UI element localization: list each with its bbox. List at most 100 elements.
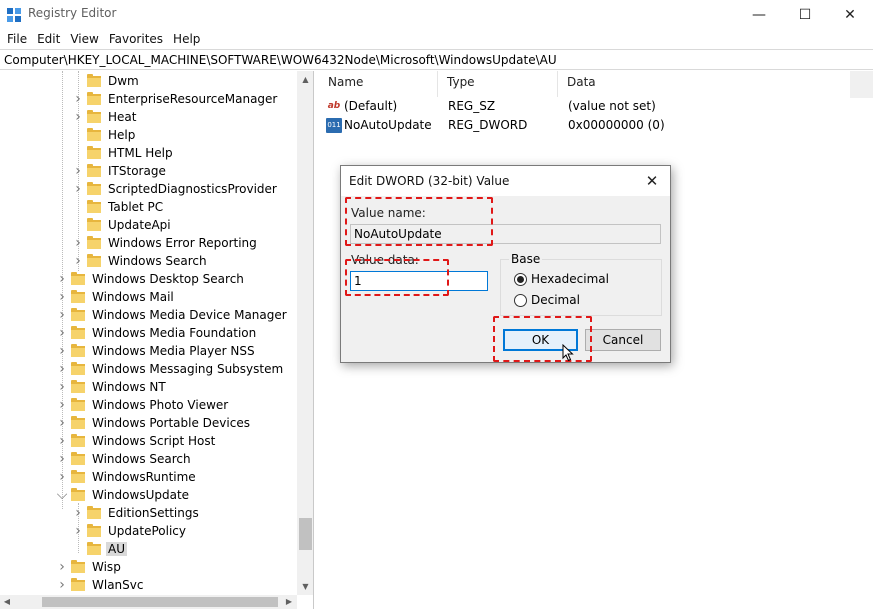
tree-item[interactable]: › Windows Portable Devices (56, 414, 252, 432)
tree-item[interactable]: › EditionSettings (72, 504, 201, 522)
chevron-right-icon[interactable]: › (56, 559, 68, 575)
tree-item[interactable]: › EnterpriseResourceManager (72, 90, 279, 108)
maximize-button[interactable]: ☐ (782, 0, 828, 29)
values-scrollbar[interactable] (850, 71, 873, 98)
value-row[interactable]: 011 NoAutoUpdate REG_DWORD 0x00000000 (0… (318, 116, 873, 134)
tree-vertical-scrollbar[interactable]: ▲ ▼ (297, 71, 313, 595)
tree-item[interactable]: HTML Help (72, 144, 175, 162)
tree-item[interactable]: › Windows Error Reporting (72, 234, 259, 252)
scroll-right-icon[interactable]: ▶ (282, 595, 296, 609)
chevron-right-icon[interactable]: › (56, 451, 68, 467)
tree-item[interactable]: ⌵ WindowsUpdate (56, 486, 191, 504)
chevron-right-icon[interactable]: › (56, 271, 68, 287)
decimal-radio[interactable] (514, 294, 527, 307)
tree-item[interactable]: › Windows Media Device Manager (56, 306, 289, 324)
tree-item-label: Dwm (108, 74, 139, 88)
hexadecimal-label[interactable]: Hexadecimal (531, 272, 609, 286)
chevron-right-icon[interactable]: › (56, 433, 68, 449)
chevron-right-icon[interactable]: › (72, 181, 84, 197)
value-data: 0x00000000 (0) (568, 118, 665, 132)
folder-icon (87, 217, 101, 231)
tree-item-label: Windows Media Foundation (92, 326, 257, 340)
tree-item[interactable]: › ITStorage (72, 162, 168, 180)
tree-item[interactable]: › Windows Photo Viewer (56, 396, 230, 414)
hexadecimal-radio[interactable] (514, 273, 527, 286)
chevron-right-icon[interactable]: › (56, 415, 68, 431)
tree-item[interactable]: › Windows Desktop Search (56, 270, 246, 288)
decimal-label[interactable]: Decimal (531, 293, 580, 307)
dialog-title: Edit DWORD (32-bit) Value (349, 174, 510, 188)
column-separator[interactable] (437, 71, 438, 97)
tree-item[interactable]: › WindowsRuntime (56, 468, 198, 486)
value-row[interactable]: ab (Default) REG_SZ (value not set) (318, 97, 873, 115)
chevron-right-icon[interactable]: › (56, 469, 68, 485)
chevron-right-icon[interactable]: › (56, 397, 68, 413)
menu-favorites[interactable]: Favorites (104, 32, 168, 46)
tree-item[interactable]: › ScriptedDiagnosticsProvider (72, 180, 279, 198)
tree-item[interactable]: › Wisp (56, 558, 123, 576)
menu-view[interactable]: View (65, 32, 103, 46)
tree-item[interactable]: Dwm (72, 72, 141, 90)
tree-item[interactable]: › Heat (72, 108, 138, 126)
column-header-type[interactable]: Type (447, 75, 475, 89)
binary-value-icon: 011 (326, 118, 342, 133)
scroll-thumb[interactable] (299, 518, 312, 550)
chevron-right-icon[interactable]: › (56, 325, 68, 341)
address-bar[interactable]: Computer\HKEY_LOCAL_MACHINE\SOFTWARE\WOW… (0, 49, 873, 70)
tree-horizontal-scrollbar[interactable]: ◀ ▶ (0, 595, 297, 609)
chevron-down-icon[interactable]: ⌵ (56, 487, 68, 503)
tree-item-label: Windows Photo Viewer (92, 398, 229, 412)
folder-icon (87, 199, 101, 213)
tree-item[interactable]: › Windows Media Foundation (56, 324, 258, 342)
edit-dword-dialog: Edit DWORD (32-bit) Value ✕ Value name: … (340, 165, 671, 363)
value-name-field[interactable] (350, 224, 661, 244)
menu-help[interactable]: Help (168, 32, 205, 46)
column-header-name[interactable]: Name (328, 75, 363, 89)
menu-file[interactable]: File (2, 32, 32, 46)
tree-item[interactable]: › UpdatePolicy (72, 522, 188, 540)
tree-item-label: AU (106, 542, 127, 556)
tree-item[interactable]: › Windows NT (56, 378, 168, 396)
tree-item[interactable]: › Windows Mail (56, 288, 176, 306)
chevron-right-icon[interactable]: › (72, 505, 84, 521)
chevron-right-icon[interactable]: › (72, 253, 84, 269)
tree-item[interactable]: AU (72, 540, 127, 558)
chevron-right-icon[interactable]: › (56, 379, 68, 395)
value-data-field[interactable] (350, 271, 488, 291)
tree-item[interactable]: Help (72, 126, 137, 144)
chevron-right-icon[interactable]: › (72, 91, 84, 107)
column-separator[interactable] (557, 71, 558, 97)
column-header-data[interactable]: Data (567, 75, 596, 89)
chevron-right-icon[interactable]: › (56, 361, 68, 377)
scroll-thumb-horizontal[interactable] (42, 597, 278, 607)
tree-item[interactable]: › Windows Search (56, 450, 193, 468)
tree-item[interactable]: Tablet PC (72, 198, 165, 216)
tree-item[interactable]: › WlanSvc (56, 576, 145, 594)
tree-item-label: EditionSettings (108, 506, 199, 520)
chevron-right-icon[interactable]: › (72, 235, 84, 251)
dialog-close-icon[interactable]: ✕ (641, 170, 663, 192)
chevron-right-icon[interactable]: › (72, 163, 84, 179)
scroll-left-icon[interactable]: ◀ (0, 595, 14, 609)
menu-edit[interactable]: Edit (32, 32, 65, 46)
close-button[interactable]: ✕ (827, 0, 873, 29)
chevron-right-icon[interactable]: › (56, 307, 68, 323)
cancel-button[interactable]: Cancel (585, 329, 661, 351)
tree-item[interactable]: › Windows Script Host (56, 432, 217, 450)
tree-item-label: Wisp (92, 560, 121, 574)
tree-item[interactable]: › Windows Media Player NSS (56, 342, 257, 360)
scroll-up-icon[interactable]: ▲ (297, 71, 313, 88)
tree-item[interactable]: UpdateApi (72, 216, 173, 234)
chevron-right-icon[interactable]: › (56, 577, 68, 593)
scroll-down-icon[interactable]: ▼ (297, 578, 313, 595)
tree-item[interactable]: › Windows Search (72, 252, 209, 270)
folder-icon (87, 541, 101, 555)
chevron-right-icon[interactable]: › (56, 343, 68, 359)
chevron-right-icon[interactable]: › (72, 109, 84, 125)
chevron-right-icon[interactable]: › (72, 523, 84, 539)
minimize-button[interactable]: — (736, 0, 782, 29)
tree-item-label: Windows Script Host (92, 434, 216, 448)
tree-item[interactable]: › Windows Messaging Subsystem (56, 360, 285, 378)
value-type: REG_SZ (448, 99, 496, 113)
chevron-right-icon[interactable]: › (56, 289, 68, 305)
